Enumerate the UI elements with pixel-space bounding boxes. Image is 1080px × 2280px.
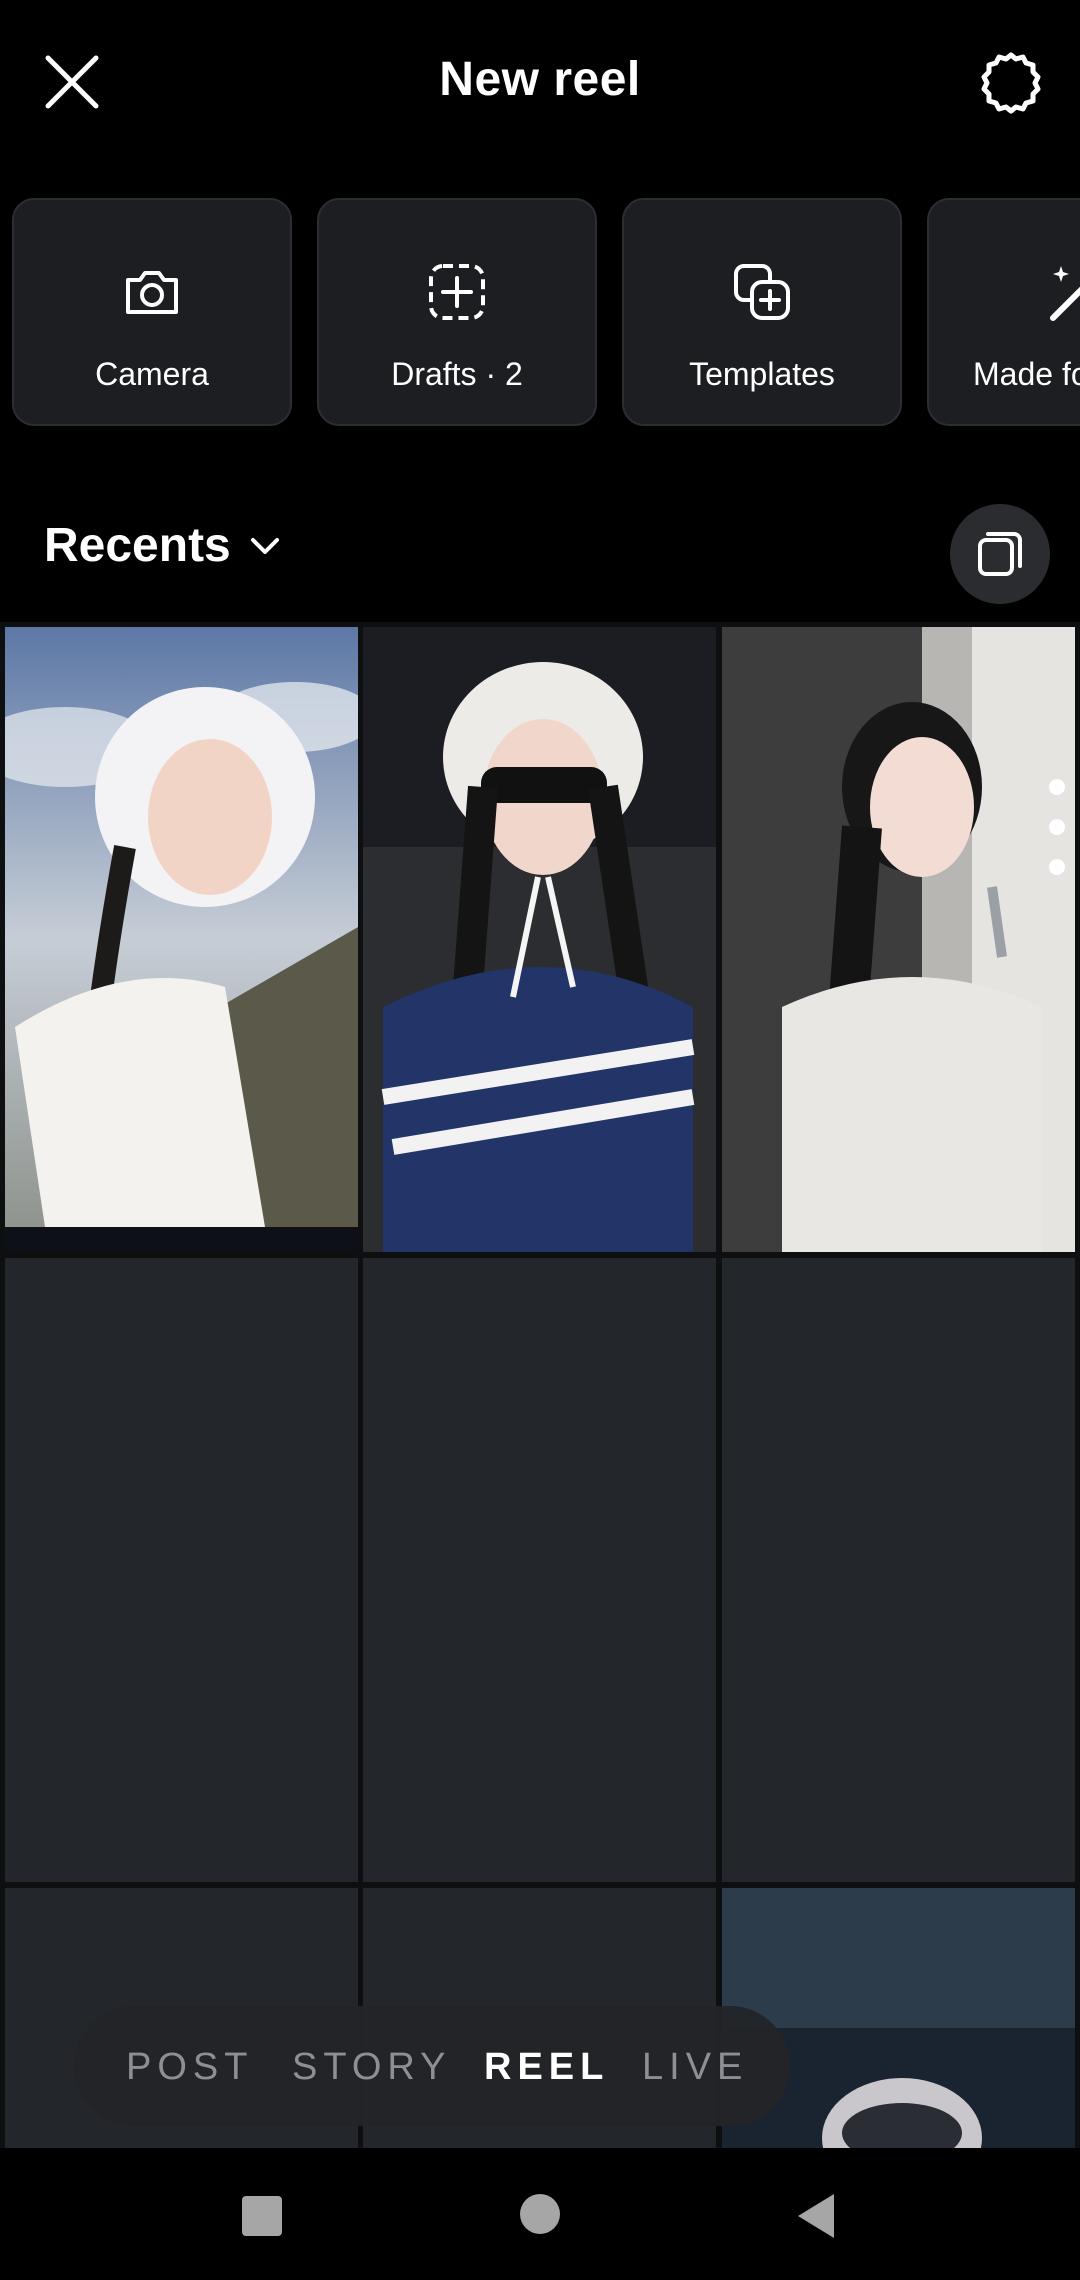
made-for-you-card[interactable]: Made fo [927,198,1080,426]
media-thumbnail-3[interactable] [722,627,1075,1252]
magic-wand-icon [1050,266,1080,321]
gear-icon [981,52,1041,114]
album-selector[interactable]: Recents [44,518,283,573]
media-thumbnail-9[interactable] [722,1888,1075,2148]
select-multiple-button[interactable] [950,504,1050,604]
chevron-down-icon [250,537,279,554]
settings-button[interactable] [978,50,1044,116]
mode-live[interactable]: LIVE [642,2046,748,2089]
media-thumbnail-5[interactable] [363,1258,716,1882]
page-title: New reel [439,53,641,106]
album-label: Recents [44,519,231,572]
media-thumbnail-2[interactable] [363,627,716,1252]
drafts-card[interactable]: Drafts · 2 [317,198,597,426]
templates-card[interactable]: Templates [622,198,902,426]
mode-post[interactable]: POST [126,2046,253,2089]
home-circle-icon[interactable] [518,2192,562,2236]
photo-thumbnail [722,627,1075,1252]
photo-thumbnail [722,1888,1075,2148]
card-label: Drafts · 2 [391,356,523,392]
drafts-add-icon [429,264,485,320]
mode-story[interactable]: STORY [292,2046,452,2089]
header-bar: New reel [0,0,1080,170]
media-thumbnail-1[interactable] [5,627,358,1252]
photo-thumbnail [5,627,358,1252]
recents-square-icon[interactable] [240,2194,284,2238]
system-navigation-bar [0,2148,1080,2280]
camera-icon [126,271,178,314]
camera-mode-switcher: POST STORY REEL LIVE [74,2006,790,2126]
camera-card[interactable]: Camera [12,198,292,426]
templates-icon [734,264,790,320]
media-thumbnail-6[interactable] [722,1258,1075,1882]
media-grid [0,622,1080,2148]
mode-reel[interactable]: REEL [484,2046,609,2089]
multi-select-icon [978,532,1022,576]
media-thumbnail-4[interactable] [5,1258,358,1882]
back-triangle-icon[interactable] [794,2192,838,2240]
photo-thumbnail [363,627,716,1252]
card-label: Camera [95,356,209,392]
quick-actions-row: Camera Drafts · 2 Templates Made fo [0,198,1080,430]
card-label: Made fo [973,356,1080,392]
card-label: Templates [689,356,835,392]
